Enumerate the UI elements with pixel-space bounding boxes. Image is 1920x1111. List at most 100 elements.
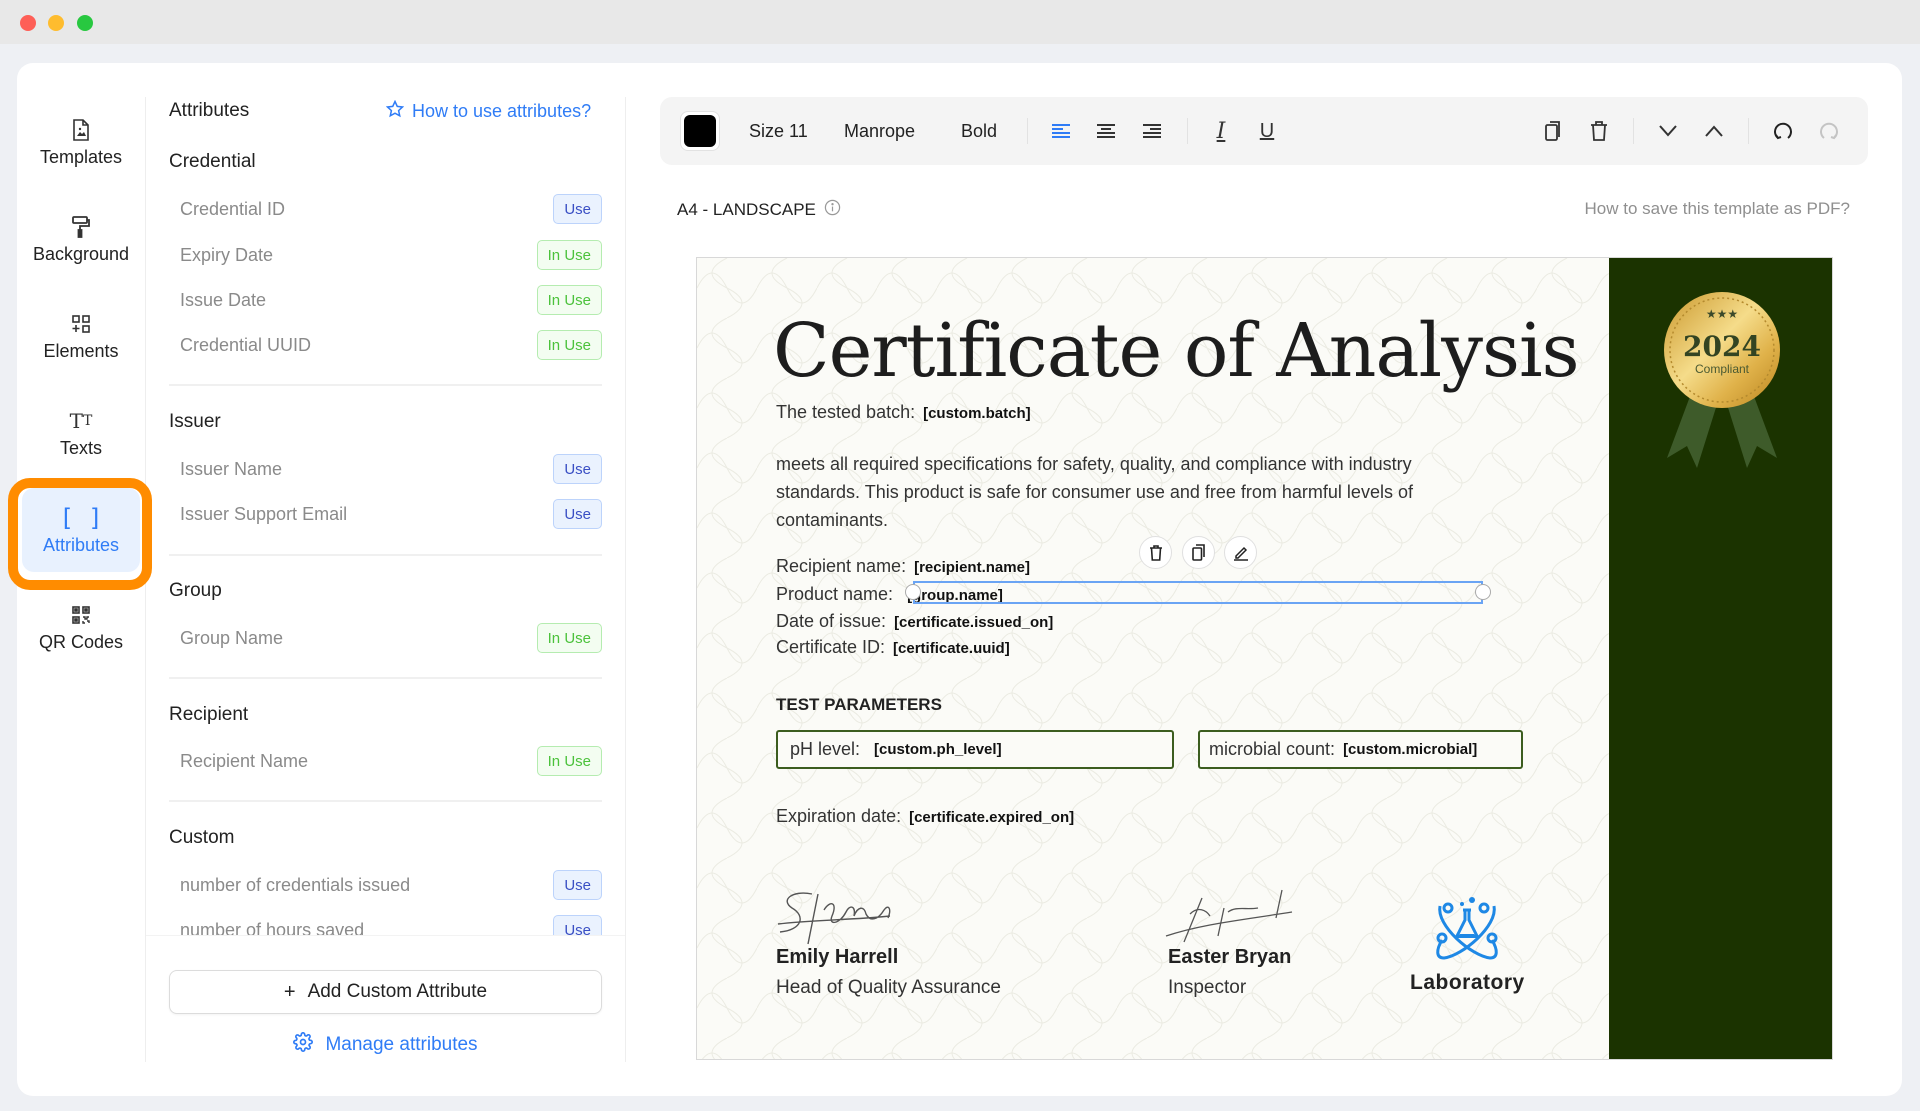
field-label: Recipient name: <box>776 556 907 576</box>
in-use-badge[interactable]: In Use <box>536 623 602 653</box>
attribute-row: Issue Date In Use <box>180 285 602 315</box>
signer-name[interactable]: Emily Harrell <box>776 946 898 969</box>
attribute-row: Issuer Name Use <box>180 454 602 484</box>
nav-item-templates[interactable]: Templates <box>22 100 140 184</box>
window-close-button[interactable] <box>20 15 36 31</box>
certificate-paragraph[interactable]: meets all required specifications for sa… <box>776 450 1496 534</box>
attribute-row: Recipient Name In Use <box>180 746 602 776</box>
use-button[interactable]: Use <box>553 454 602 484</box>
param-label: microbial count: <box>1209 739 1336 759</box>
section-title-group: Group <box>169 580 222 601</box>
panel-divider <box>625 97 626 1062</box>
attribute-name: Issuer Name <box>180 458 283 479</box>
align-right-button[interactable] <box>1135 114 1169 148</box>
param-microbial-count[interactable]: microbial count: [custom.microbial] <box>1198 730 1523 769</box>
compliance-medal: ★★★ 2024 Compliant <box>1664 292 1780 468</box>
in-use-badge[interactable]: In Use <box>536 240 602 270</box>
element-delete-button[interactable] <box>1139 536 1172 569</box>
attribute-row: number of credentials issued Use <box>180 870 602 900</box>
font-family-dropdown[interactable]: Manrope <box>844 97 915 165</box>
section-divider <box>169 677 602 679</box>
expiration-line[interactable]: Expiration date: [certificate.expired_on… <box>776 806 1074 827</box>
param-ph-level[interactable]: pH level: [custom.ph_level] <box>776 730 1174 769</box>
nav-label: Background <box>32 243 130 264</box>
duplicate-button[interactable] <box>1536 114 1570 148</box>
add-custom-attribute-button[interactable]: + Add Custom Attribute <box>169 970 602 1014</box>
batch-line[interactable]: The tested batch: [custom.batch] <box>776 402 1031 423</box>
undo-button[interactable] <box>1766 114 1800 148</box>
page-size-label: A4 - LANDSCAPE <box>677 199 841 221</box>
page-size-text: A4 - LANDSCAPE <box>677 200 816 219</box>
nav-item-qr-codes[interactable]: QR Codes <box>22 585 140 669</box>
signer-name[interactable]: Easter Bryan <box>1168 946 1291 969</box>
nav-item-elements[interactable]: Elements <box>22 294 140 378</box>
window-minimize-button[interactable] <box>48 15 64 31</box>
certificate-title[interactable]: Certificate of Analysis <box>773 308 1580 394</box>
toolbar-separator <box>1748 118 1749 144</box>
attribute-row: Credential ID Use <box>180 194 602 224</box>
expiration-label: Expiration date: <box>776 806 902 826</box>
signature-emily-harrell <box>777 892 891 945</box>
info-icon[interactable] <box>824 199 841 221</box>
underline-button[interactable]: U <box>1250 114 1284 148</box>
move-up-button[interactable] <box>1697 114 1731 148</box>
italic-icon: I <box>1216 118 1226 144</box>
laboratory-logo-icon <box>1436 897 1498 960</box>
nav-label: Texts <box>59 437 102 458</box>
nav-item-background[interactable]: Background <box>22 197 140 281</box>
text-color-picker[interactable] <box>680 111 720 151</box>
attribute-name: Expiry Date <box>180 244 274 265</box>
how-to-use-attributes-link[interactable]: How to use attributes? <box>385 99 591 123</box>
test-parameters-title[interactable]: TEST PARAMETERS <box>776 695 942 715</box>
window-titlebar <box>0 0 1920 44</box>
use-button[interactable]: Use <box>553 499 602 529</box>
field-label: Product name: <box>776 584 894 604</box>
attribute-row: Credential UUID In Use <box>180 330 602 360</box>
laboratory-logo-text[interactable]: Laboratory <box>1410 971 1525 995</box>
add-custom-attribute-label: Add Custom Attribute <box>307 981 488 1002</box>
attribute-name: Credential UUID <box>180 334 312 355</box>
align-left-button[interactable] <box>1044 114 1078 148</box>
nav-item-texts[interactable]: TT Texts <box>22 391 140 475</box>
star-icon <box>385 99 405 123</box>
font-weight-dropdown[interactable]: Bold <box>961 97 997 165</box>
use-button[interactable]: Use <box>553 870 602 900</box>
italic-button[interactable]: I <box>1204 114 1238 148</box>
resize-handle-right[interactable] <box>1475 584 1491 600</box>
use-button[interactable]: Use <box>553 194 602 224</box>
medal-text: Compliant <box>1695 362 1750 376</box>
in-use-badge[interactable]: In Use <box>536 330 602 360</box>
text-size-icon: TT <box>69 408 93 433</box>
section-divider <box>169 800 602 802</box>
section-divider <box>169 554 602 556</box>
field-date-of-issue[interactable]: Date of issue: [certificate.issued_on] <box>776 611 1053 632</box>
section-title-credential: Credential <box>169 151 256 172</box>
save-as-pdf-help-link[interactable]: How to save this template as PDF? <box>1584 199 1850 219</box>
delete-button[interactable] <box>1582 114 1616 148</box>
medal-year: 2024 <box>1683 330 1761 363</box>
font-size-dropdown[interactable]: Size 11 <box>749 97 808 165</box>
align-center-button[interactable] <box>1089 114 1123 148</box>
window-maximize-button[interactable] <box>77 15 93 31</box>
signature-easter-bryan <box>1165 889 1293 943</box>
expiration-value: [certificate.expired_on] <box>909 809 1075 826</box>
field-certificate-id[interactable]: Certificate ID: [certificate.uuid] <box>776 637 1010 658</box>
element-edit-button[interactable] <box>1224 536 1257 569</box>
field-recipient-name[interactable]: Recipient name: [recipient.name] <box>776 556 1030 577</box>
signer-role[interactable]: Inspector <box>1168 977 1246 999</box>
selected-element-outline[interactable] <box>913 581 1483 604</box>
attribute-name: Credential ID <box>180 198 286 219</box>
in-use-badge[interactable]: In Use <box>536 746 602 776</box>
underline-icon: U <box>1259 119 1275 142</box>
manage-attributes-link[interactable]: Manage attributes <box>169 1032 602 1058</box>
signer-role[interactable]: Head of Quality Assurance <box>776 977 1001 999</box>
certificate-canvas[interactable]: ★★★ 2024 Compliant Certificate of Analys… <box>696 257 1833 1060</box>
redo-button[interactable] <box>1812 114 1846 148</box>
attribute-row: Group Name In Use <box>180 623 602 653</box>
toolbar-separator <box>1187 118 1188 144</box>
move-down-button[interactable] <box>1651 114 1685 148</box>
element-duplicate-button[interactable] <box>1182 536 1215 569</box>
field-value: [certificate.uuid] <box>893 640 1010 657</box>
resize-handle-left[interactable] <box>905 584 921 600</box>
in-use-badge[interactable]: In Use <box>536 285 602 315</box>
